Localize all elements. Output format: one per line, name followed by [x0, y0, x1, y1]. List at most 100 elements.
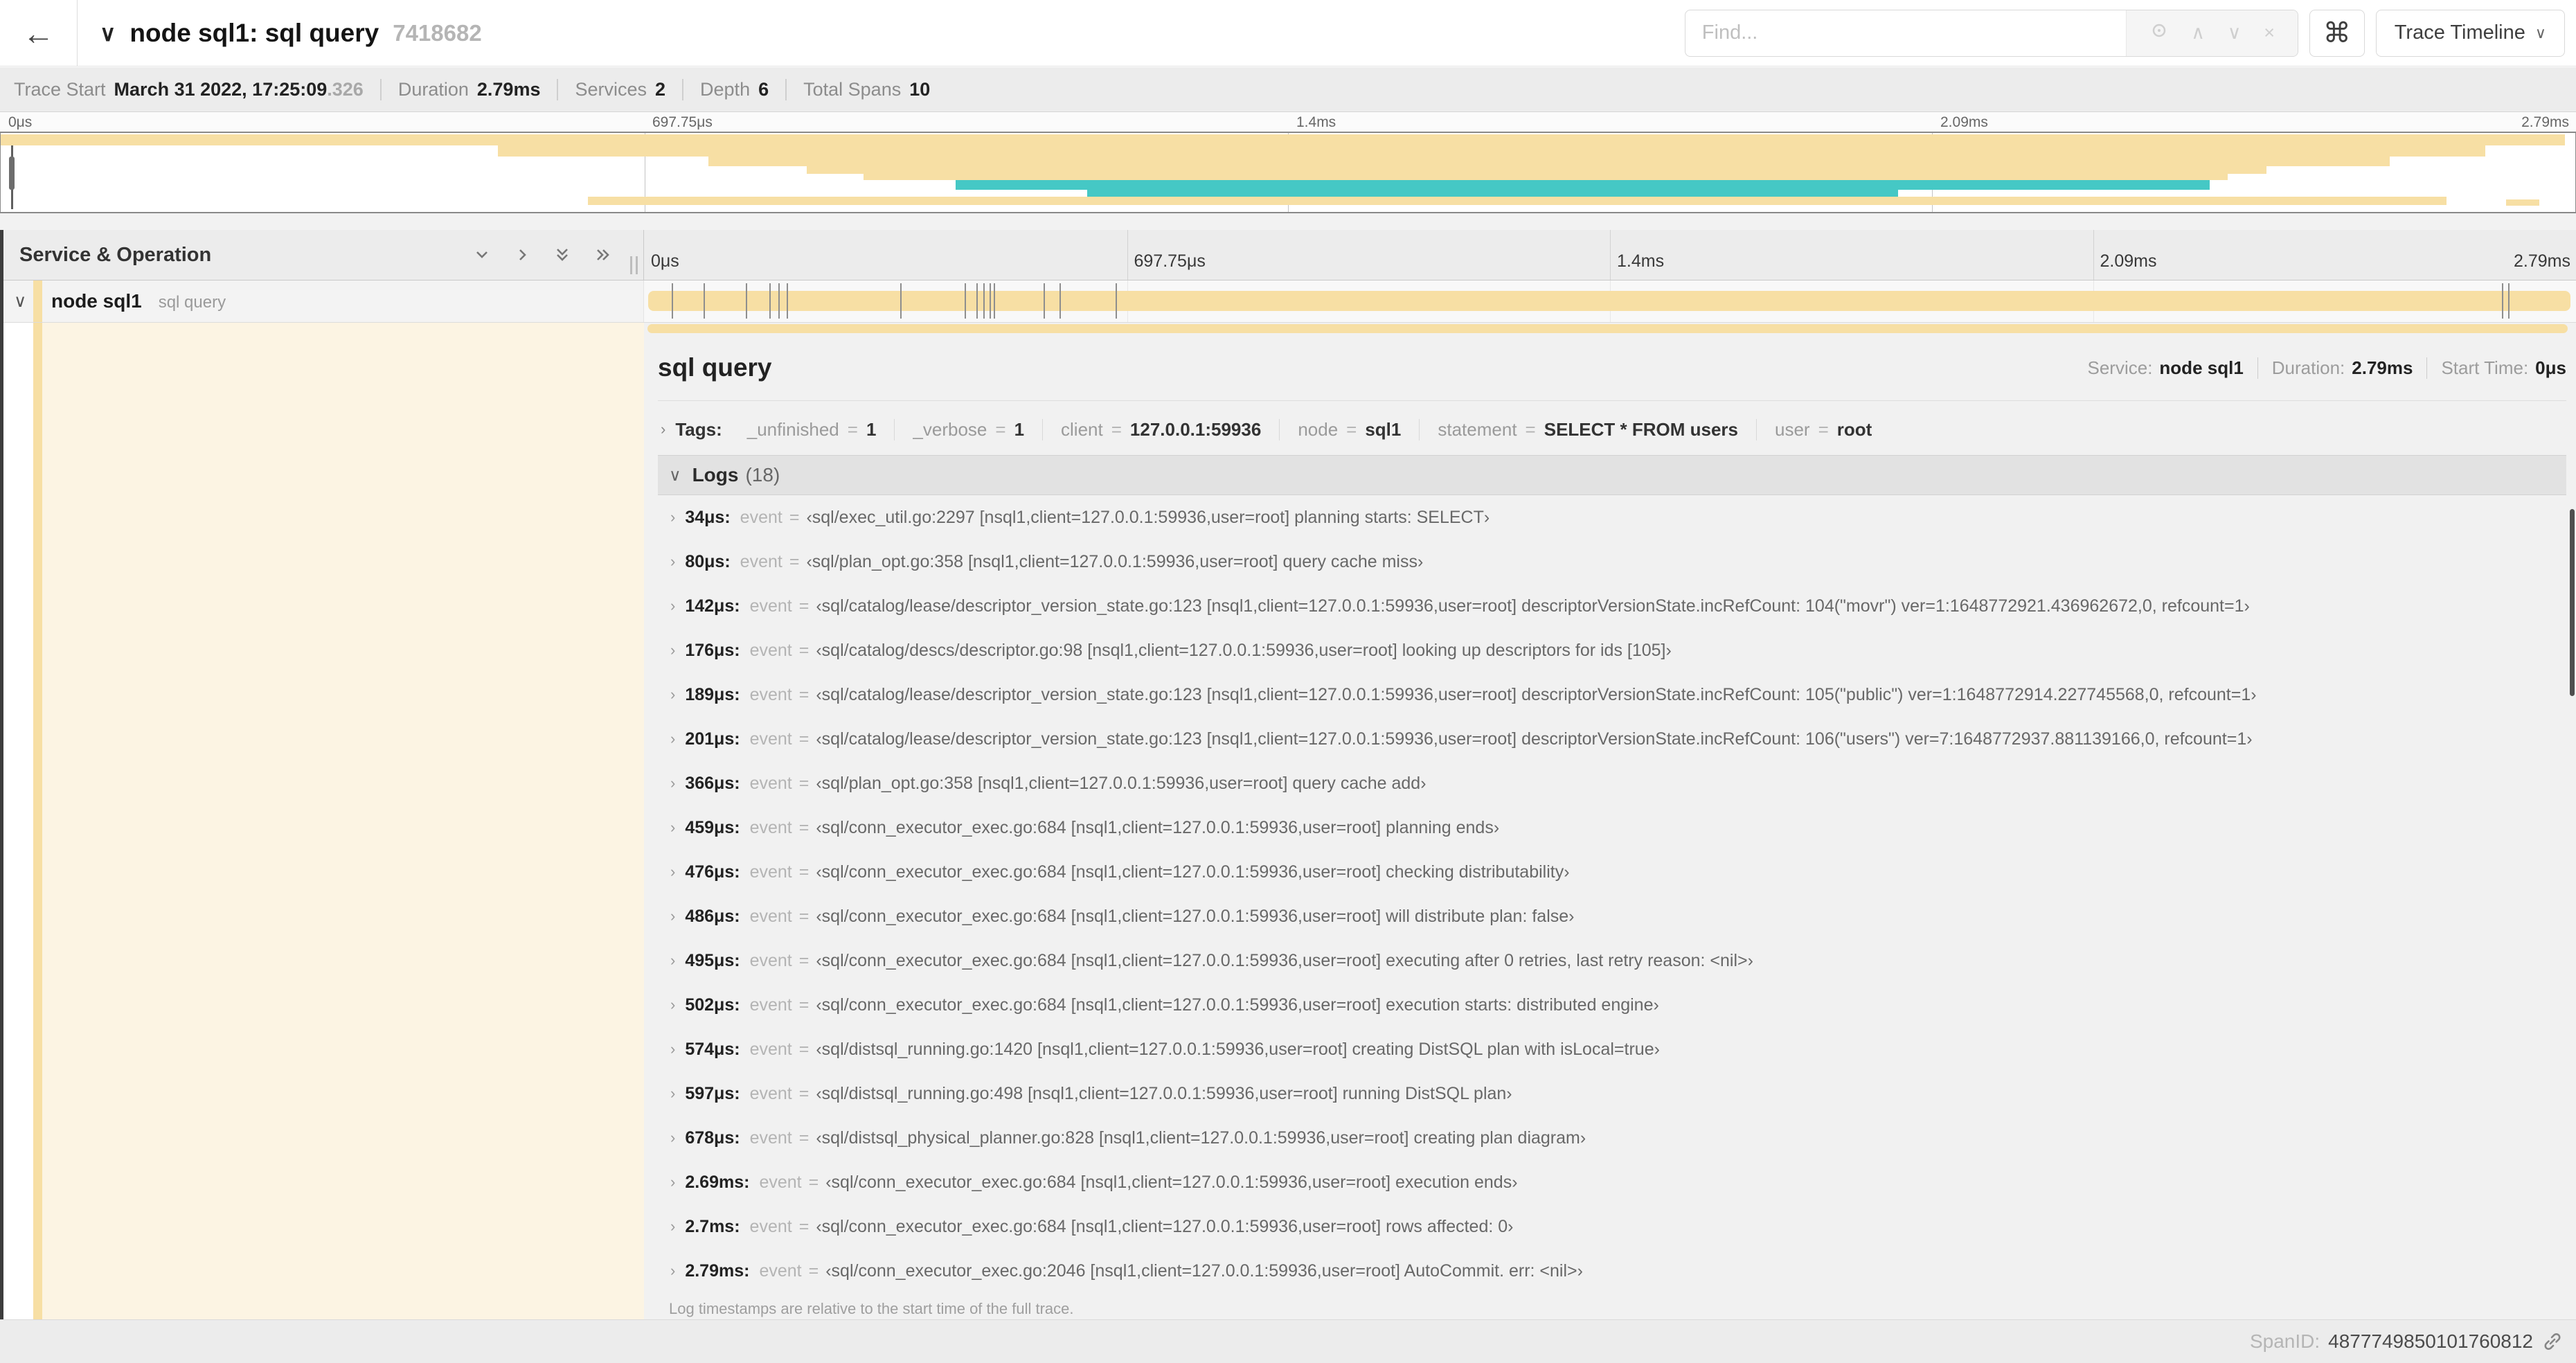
- tag-item[interactable]: _unfinished = 1: [729, 419, 895, 440]
- log-row[interactable]: › 678μs: event = ‹sql/distsql_physical_p…: [658, 1116, 2566, 1160]
- span-bar-cell[interactable]: [644, 280, 2576, 322]
- right-scrollbar-thumb[interactable]: [2570, 509, 2575, 696]
- log-row[interactable]: › 366μs: event = ‹sql/plan_opt.go:358 [n…: [658, 761, 2566, 805]
- collapse-one-icon[interactable]: [472, 244, 492, 265]
- tag-item[interactable]: _verbose = 1: [894, 418, 1042, 440]
- log-tick-mark[interactable]: [671, 283, 673, 319]
- log-row[interactable]: › 80μs: event = ‹sql/plan_opt.go:358 [ns…: [658, 540, 2566, 584]
- tags-expand-icon[interactable]: ›: [661, 420, 665, 438]
- log-expand-icon[interactable]: ›: [670, 1040, 675, 1058]
- log-equals: =: [798, 596, 810, 616]
- log-field-key: event: [749, 1083, 792, 1103]
- log-row[interactable]: › 502μs: event = ‹sql/conn_executor_exec…: [658, 983, 2566, 1027]
- log-row[interactable]: › 176μs: event = ‹sql/catalog/descs/desc…: [658, 628, 2566, 672]
- timeline-tick-label: 2.79ms: [2514, 251, 2570, 271]
- tags-row[interactable]: › Tags: _unfinished = 1 _verbose = 1 cli…: [658, 411, 2566, 448]
- log-expand-icon[interactable]: ›: [670, 863, 675, 881]
- log-expand-icon[interactable]: ›: [670, 774, 675, 792]
- trace-collapse-icon[interactable]: ∨: [100, 20, 116, 46]
- back-button[interactable]: ←: [0, 0, 78, 66]
- log-expand-icon[interactable]: ›: [670, 952, 675, 970]
- span-row[interactable]: ∨ node sql1 sql query: [0, 280, 2576, 323]
- log-expand-icon[interactable]: ›: [670, 641, 675, 659]
- log-equals: =: [798, 1128, 810, 1148]
- log-tick-mark[interactable]: [994, 283, 996, 319]
- log-tick-mark[interactable]: [964, 283, 966, 319]
- log-equals: =: [808, 1260, 819, 1281]
- trace-minimap[interactable]: [0, 132, 2576, 213]
- log-expand-icon[interactable]: ›: [670, 907, 675, 925]
- tag-item[interactable]: node = sql1: [1279, 418, 1419, 440]
- prev-result-icon[interactable]: ∧: [2191, 22, 2205, 44]
- span-duration-bar[interactable]: [648, 283, 2570, 319]
- log-row[interactable]: › 574μs: event = ‹sql/distsql_running.go…: [658, 1027, 2566, 1071]
- meta-label: Duration:: [2271, 357, 2345, 378]
- log-tick-mark[interactable]: [976, 283, 978, 319]
- log-row[interactable]: › 142μs: event = ‹sql/catalog/lease/desc…: [658, 584, 2566, 628]
- ruler-tick-label: 2.79ms: [2521, 114, 2569, 130]
- log-row[interactable]: › 486μs: event = ‹sql/conn_executor_exec…: [658, 894, 2566, 938]
- tag-item[interactable]: user = root: [1756, 418, 1890, 440]
- minimap-canvas[interactable]: [1, 133, 2575, 212]
- log-expand-icon[interactable]: ›: [670, 1262, 675, 1280]
- log-expand-icon[interactable]: ›: [670, 686, 675, 704]
- log-tick-mark[interactable]: [2501, 283, 2503, 319]
- log-expand-icon[interactable]: ›: [670, 730, 675, 748]
- log-row[interactable]: › 2.7ms: event = ‹sql/conn_executor_exec…: [658, 1204, 2566, 1249]
- log-equals: =: [798, 906, 810, 926]
- log-tick-mark[interactable]: [703, 283, 705, 319]
- next-result-icon[interactable]: ∨: [2228, 22, 2242, 44]
- log-tick-mark[interactable]: [778, 283, 780, 319]
- column-resizer-handle[interactable]: [630, 256, 638, 274]
- span-collapse-icon[interactable]: ∨: [14, 291, 26, 312]
- log-tick-mark[interactable]: [769, 283, 771, 319]
- expand-all-icon[interactable]: [592, 244, 613, 265]
- log-timestamp: 476μs:: [685, 862, 740, 882]
- log-tick-mark[interactable]: [786, 283, 788, 319]
- log-row[interactable]: › 2.69ms: event = ‹sql/conn_executor_exe…: [658, 1160, 2566, 1204]
- logs-header[interactable]: ∨ Logs (18): [658, 455, 2566, 495]
- log-row[interactable]: › 597μs: event = ‹sql/distsql_running.go…: [658, 1071, 2566, 1116]
- locate-icon[interactable]: [2149, 21, 2169, 45]
- log-expand-icon[interactable]: ›: [670, 1218, 675, 1236]
- log-row[interactable]: › 2.79ms: event = ‹sql/conn_executor_exe…: [658, 1249, 2566, 1293]
- log-expand-icon[interactable]: ›: [670, 1085, 675, 1103]
- log-tick-mark[interactable]: [900, 283, 902, 319]
- log-expand-icon[interactable]: ›: [670, 819, 675, 837]
- expand-one-icon[interactable]: [512, 244, 533, 265]
- copy-link-icon[interactable]: [2541, 1330, 2564, 1353]
- log-expand-icon[interactable]: ›: [670, 1129, 675, 1147]
- log-row[interactable]: › 189μs: event = ‹sql/catalog/lease/desc…: [658, 672, 2566, 717]
- log-row[interactable]: › 34μs: event = ‹sql/exec_util.go:2297 […: [658, 495, 2566, 540]
- log-expand-icon[interactable]: ›: [670, 597, 675, 615]
- log-expand-icon[interactable]: ›: [670, 1173, 675, 1191]
- minimap-scrubber-grip[interactable]: [9, 157, 15, 190]
- log-tick-mark[interactable]: [1059, 283, 1061, 319]
- log-tick-mark[interactable]: [1044, 283, 1046, 319]
- tag-item[interactable]: statement = SELECT * FROM users: [1419, 418, 1756, 440]
- log-row[interactable]: › 459μs: event = ‹sql/conn_executor_exec…: [658, 805, 2566, 850]
- keyboard-shortcuts-button[interactable]: ⌘: [2309, 9, 2365, 57]
- log-tick-mark[interactable]: [746, 283, 748, 319]
- log-expand-icon[interactable]: ›: [670, 553, 675, 571]
- log-equals: =: [798, 684, 810, 704]
- left-scrollbar[interactable]: [0, 230, 3, 1319]
- log-row[interactable]: › 476μs: event = ‹sql/conn_executor_exec…: [658, 850, 2566, 894]
- logs-collapse-icon[interactable]: ∨: [669, 465, 681, 485]
- log-tick-mark[interactable]: [1115, 283, 1117, 319]
- collapse-all-icon[interactable]: [552, 244, 573, 265]
- log-expand-icon[interactable]: ›: [670, 508, 675, 526]
- log-row[interactable]: › 495μs: event = ‹sql/conn_executor_exec…: [658, 938, 2566, 983]
- log-tick-mark[interactable]: [989, 283, 991, 319]
- log-expand-icon[interactable]: ›: [670, 996, 675, 1014]
- clear-search-icon[interactable]: ×: [2264, 22, 2275, 44]
- tag-equals: =: [1818, 418, 1829, 440]
- log-message: ‹sql/plan_opt.go:358 [nsql1,client=127.0…: [816, 773, 1426, 793]
- tag-item[interactable]: client = 127.0.0.1:59936: [1042, 418, 1279, 440]
- span-name-cell[interactable]: ∨ node sql1 sql query: [0, 280, 644, 322]
- find-input[interactable]: [1685, 10, 2126, 56]
- log-row[interactable]: › 201μs: event = ‹sql/catalog/lease/desc…: [658, 717, 2566, 761]
- log-tick-mark[interactable]: [2508, 283, 2510, 319]
- view-selector-button[interactable]: Trace Timeline ∨: [2375, 9, 2565, 57]
- log-tick-mark[interactable]: [983, 283, 985, 319]
